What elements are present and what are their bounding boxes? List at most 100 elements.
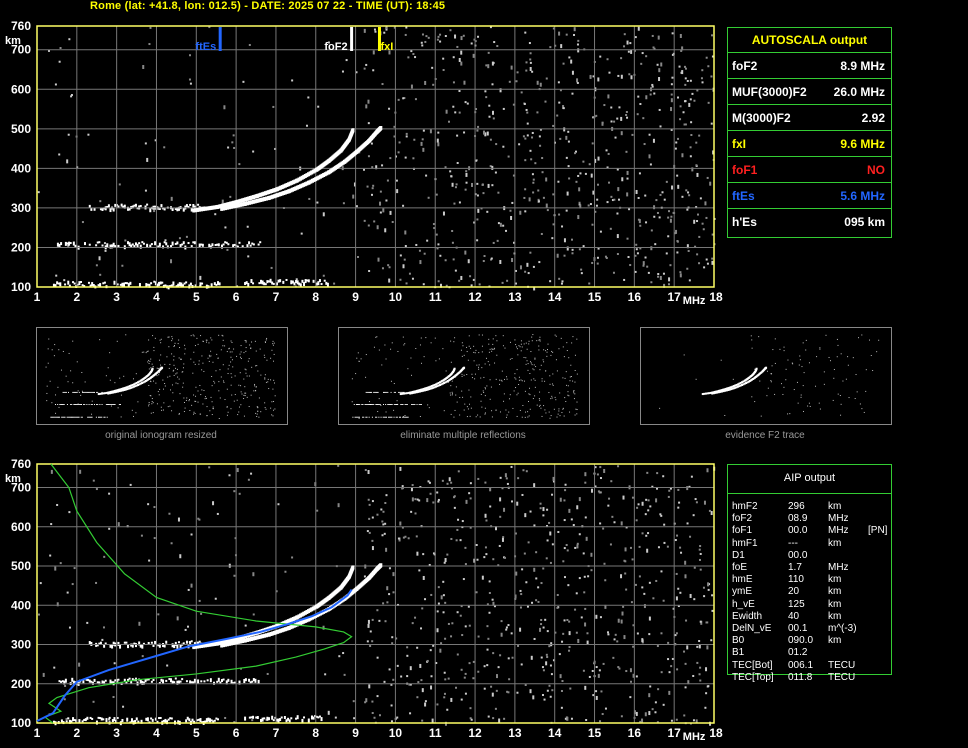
aip-cell: m^(-3) [828,623,857,634]
autoscala-label: foF2 [732,59,758,73]
thumbnail-eliminate [338,327,590,425]
marker-label: ftEs [195,41,216,53]
aip-cell: 40 [788,610,800,622]
aip-cell: 110 [788,574,804,586]
autoscala-value: 8.9 MHz [840,59,885,73]
x-axis-label: MHz [683,731,706,743]
autoscala-value: 2.92 [861,111,885,125]
aip-cell: foF1 [732,525,753,537]
aip-cell: km [828,501,842,512]
x-tick-label: 17 [667,726,681,740]
x-tick-label: 14 [548,290,562,304]
autoscala-value: 5.6 MHz [840,189,885,203]
aip-cell: km [828,574,842,586]
x-tick-label: 16 [628,726,642,740]
y-axis-label: km [5,473,21,485]
autoscala-title: AUTOSCALA output [728,28,891,53]
aip-cell: km [828,586,842,598]
aip-cell: h_vE [732,598,755,610]
aip-cell: B1 [732,647,745,659]
aip-cell: ymE [732,586,752,598]
caption-evidence: evidence F2 trace [725,430,805,441]
plot-1: 1 2 3 4 5 6 7 8 9 10 11 12 13 14 15 16 17 18MHz1002003004… [5,19,723,307]
autoscala-label: ftEs [732,189,755,203]
x-tick-label: 8 [312,290,319,304]
thumbnail-original [36,327,288,425]
x-tick-label: 3 [113,290,120,304]
marker-label: fxI [380,41,393,53]
aip-cell: foE [732,562,748,573]
aip-cell: km [828,537,842,549]
x-tick-label: 6 [233,290,240,304]
aip-cell: hmE [732,574,753,586]
autoscala-value: 095 km [844,215,885,229]
aip-cell: TECU [828,659,856,671]
x-tick-label: 12 [468,726,482,740]
profile-line [36,589,353,722]
y-tick-label: 400 [11,161,31,175]
autoscala-value: 26.0 MHz [833,85,885,99]
trace-point [351,565,355,570]
x-tick-label: 12 [468,290,482,304]
aip-cell: 011.8 [788,671,813,683]
x-tick-label: 1 [34,726,41,740]
aip-cell: 00.0 [788,525,808,537]
autoscala-row: h'Es 095 km [728,209,891,234]
aip-cell: 00.1 [788,623,808,634]
marker-label: foF2 [324,41,347,53]
x-tick-label: 7 [273,726,280,740]
y-tick-label: 100 [11,716,31,730]
aip-cell: TEC[Bot] [732,659,773,671]
autoscala-value: 9.6 MHz [840,137,885,151]
x-tick-label: 4 [153,290,160,304]
aip-cell: hmF1 [732,537,758,549]
aip-cell: km [828,610,842,622]
caption-eliminate: eliminate multiple reflections [400,430,526,441]
aip-cell: Ewidth [732,610,763,622]
autoscala-row: MUF(3000)F2 26.0 MHz [728,79,891,105]
aip-title: AIP output [783,472,836,484]
aip-cell: foF2 [732,513,753,525]
x-tick-label: 6 [233,726,240,740]
autoscala-label: foF1 [732,163,758,177]
x-tick-label: 15 [588,290,602,304]
x-tick-label: 7 [273,290,280,304]
aip-cell: [PN] [868,525,888,537]
x-tick-label: 14 [548,726,562,740]
x-tick-label: 1 [34,290,41,304]
x-tick-label: 13 [508,726,522,740]
aip-cell: D1 [732,549,745,561]
autoscala-row: foF1 NO [728,157,891,183]
x-tick-label: 13 [508,290,522,304]
x-tick-label: 16 [628,290,642,304]
aip-cell: 1.7 [788,562,802,573]
y-tick-label: 500 [11,122,31,136]
y-tick-label: 100 [11,280,31,294]
aip-cell: km [828,635,842,647]
autoscala-row: fxI 9.6 MHz [728,131,891,157]
plot-2: 1 2 3 4 5 6 7 8 9 10 11 12 13 14 15 16 17 18MHz1002003004… [5,457,723,743]
y-axis-label: km [5,35,21,47]
x-tick-label: 2 [73,726,80,740]
trace-point [379,563,383,568]
aip-cell: MHz [828,562,849,573]
x-tick-label: 9 [352,726,359,740]
x-tick-label: 5 [193,290,200,304]
aip-cell: km [828,598,842,610]
autoscala-row: ftEs 5.6 MHz [728,183,891,209]
y-tick-label: 400 [11,598,31,612]
aip-panel: AIP output hmF2 296 km foF2 08.9 MHz foF1 00.0 M… [727,464,892,683]
x-tick-label: 11 [429,726,442,740]
aip-cell: DelN_vE [732,623,772,634]
x-tick-label: 8 [312,726,319,740]
x-tick-label: 10 [389,726,403,740]
aip-cell: 125 [788,598,805,610]
aip-cell: --- [788,537,798,549]
autoscala-label: fxI [732,137,747,151]
aip-cell: TEC[Top] [732,671,774,683]
x-axis-label: MHz [683,295,706,307]
y-tick-label: 600 [11,82,31,96]
aip-cell: B0 [732,635,745,647]
autoscala-panel: AUTOSCALA output foF2 8.9 MHz MUF(3000)F2 2… [727,27,892,238]
aip-cell: MHz [828,513,849,525]
